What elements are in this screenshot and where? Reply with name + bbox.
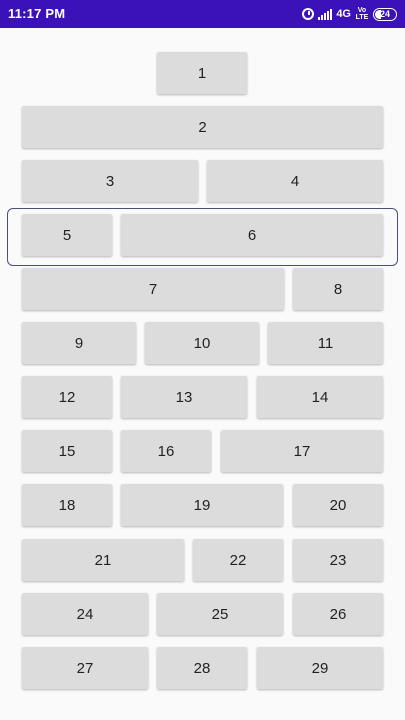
button-1[interactable]: 1 [157, 52, 247, 94]
button-20[interactable]: 20 [293, 484, 383, 526]
button-16[interactable]: 16 [121, 430, 211, 472]
button-9[interactable]: 9 [22, 322, 136, 364]
button-29[interactable]: 29 [257, 647, 383, 689]
button-25[interactable]: 25 [157, 593, 283, 635]
button-4[interactable]: 4 [207, 160, 383, 202]
button-11[interactable]: 11 [268, 322, 383, 364]
battery-level: 24 [379, 9, 390, 19]
button-7[interactable]: 7 [22, 268, 284, 310]
button-6[interactable]: 6 [121, 214, 383, 256]
button-27[interactable]: 27 [22, 647, 148, 689]
battery-icon: 24 [373, 7, 397, 21]
button-17[interactable]: 17 [221, 430, 383, 472]
button-13[interactable]: 13 [121, 376, 247, 418]
button-2[interactable]: 2 [22, 106, 383, 148]
volte-indicator: Vo LTE [355, 7, 369, 21]
button-26[interactable]: 26 [293, 593, 383, 635]
button-28[interactable]: 28 [157, 647, 247, 689]
button-5[interactable]: 5 [22, 214, 112, 256]
button-24[interactable]: 24 [22, 593, 148, 635]
button-10[interactable]: 10 [145, 322, 259, 364]
button-19[interactable]: 19 [121, 484, 283, 526]
button-21[interactable]: 21 [22, 539, 184, 581]
status-icons: 4G Vo LTE 24 [302, 5, 397, 23]
network-type: 4G [336, 8, 351, 20]
signal-icon [318, 8, 333, 20]
button-14[interactable]: 14 [257, 376, 383, 418]
button-15[interactable]: 15 [22, 430, 112, 472]
status-bar: 11:17 PM 4G Vo LTE 24 [0, 0, 405, 28]
button-3[interactable]: 3 [22, 160, 198, 202]
status-time: 11:17 PM [8, 6, 66, 21]
button-18[interactable]: 18 [22, 484, 112, 526]
button-12[interactable]: 12 [22, 376, 112, 418]
button-grid: 1 2 3 4 5 6 7 8 9 10 11 12 13 14 15 16 1… [0, 28, 405, 720]
button-8[interactable]: 8 [293, 268, 383, 310]
alarm-icon [302, 8, 315, 20]
button-22[interactable]: 22 [193, 539, 283, 581]
button-23[interactable]: 23 [293, 539, 383, 581]
